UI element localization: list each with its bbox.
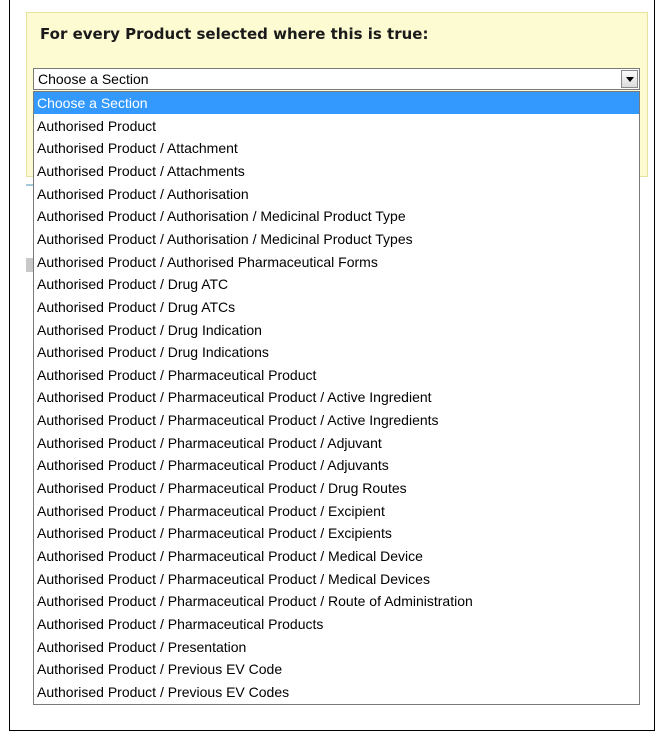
dropdown-option[interactable]: Authorised Product / Drug Indications [34, 341, 639, 363]
dropdown-option[interactable]: Authorised Product / Pharmaceutical Prod… [34, 386, 639, 408]
dropdown-option[interactable]: Authorised Product / Pharmaceutical Prod… [34, 613, 639, 635]
dropdown-option[interactable]: Authorised Product / Pharmaceutical Prod… [34, 500, 639, 522]
dropdown-option[interactable]: Authorised Product / Pharmaceutical Prod… [34, 522, 639, 544]
section-dropdown-list[interactable]: Choose a Section Authorised Product Author… [33, 91, 640, 705]
dropdown-option[interactable]: Authorised Product / Pharmaceutical Prod… [34, 477, 639, 499]
dropdown-option[interactable]: Authorised Product / Pharmaceutical Prod… [34, 545, 639, 567]
dropdown-option[interactable]: Authorised Product / Attachments [34, 160, 639, 182]
panel-divider [26, 184, 33, 186]
background-control-stub [26, 258, 33, 272]
dropdown-option[interactable]: Authorised Product / Pharmaceutical Prod… [34, 432, 639, 454]
dropdown-option[interactable]: Authorised Product / Previous EV Code [34, 658, 639, 680]
dropdown-option[interactable]: Authorised Product / Drug ATCs [34, 296, 639, 318]
dropdown-option[interactable]: Authorised Product / Attachment [34, 137, 639, 159]
dropdown-option[interactable]: Authorised Product / Previous EV Codes [34, 681, 639, 703]
dropdown-option[interactable]: Authorised Product / Pharmaceutical Prod… [34, 409, 639, 431]
dropdown-option[interactable]: Authorised Product / Pharmaceutical Prod… [34, 364, 639, 386]
section-select-value: Choose a Section [38, 71, 149, 87]
dropdown-option[interactable]: Authorised Product / Drug ATC [34, 273, 639, 295]
dropdown-option[interactable]: Authorised Product / Pharmaceutical Prod… [34, 568, 639, 590]
dropdown-option[interactable]: Authorised Product [34, 115, 639, 137]
panel-title: For every Product selected where this is… [40, 25, 429, 43]
dropdown-option[interactable]: Choose a Section [34, 92, 639, 114]
dropdown-option[interactable]: Authorised Product / Authorised Pharmace… [34, 251, 639, 273]
dropdown-option[interactable]: Authorised Product / Authorisation / Med… [34, 205, 639, 227]
section-select[interactable]: Choose a Section [33, 68, 640, 90]
dropdown-option[interactable]: Authorised Product / Pharmaceutical Prod… [34, 590, 639, 612]
dropdown-option[interactable]: Authorised Product / Pharmaceutical Prod… [34, 454, 639, 476]
dropdown-option[interactable]: Authorised Product / Presentation [34, 636, 639, 658]
chevron-down-icon[interactable] [621, 70, 638, 88]
dropdown-option[interactable]: Authorised Product / Authorisation / Med… [34, 228, 639, 250]
dropdown-option[interactable]: Authorised Product / Authorisation [34, 183, 639, 205]
dropdown-option[interactable]: Authorised Product / Drug Indication [34, 319, 639, 341]
